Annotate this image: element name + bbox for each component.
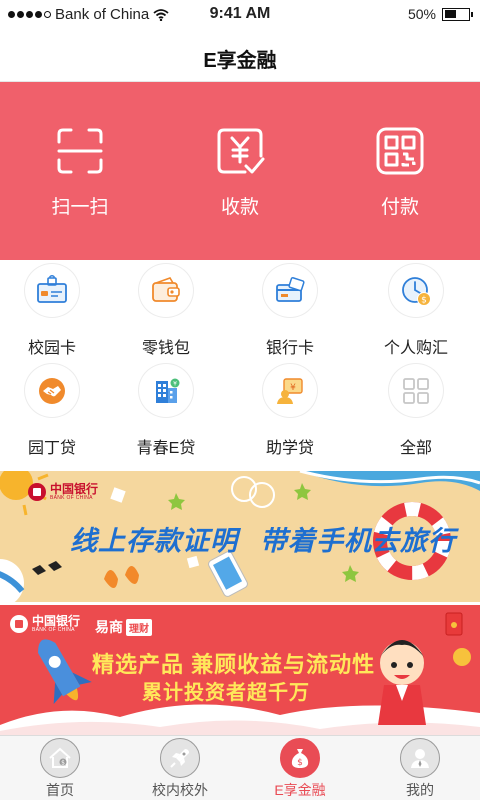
bank-logo-cn: 中国银行 [32, 614, 81, 628]
service-label: 助学贷 [265, 440, 314, 457]
wallet-icon-wrap [138, 263, 194, 318]
service-wallet[interactable]: 零钱包 [104, 260, 228, 358]
svg-text:¥: ¥ [173, 380, 177, 387]
tab-home[interactable]: $ 首页 [0, 736, 120, 800]
banner-headline: 精选产品 兼顾收益与流动性 [92, 652, 376, 677]
bank-of-china-logo-icon [28, 483, 46, 501]
promo-banner-finance[interactable]: 中国银行 BANK OF CHINA 易商 理财 精选产品 兼顾收益与流动性 累… [0, 605, 480, 735]
service-label: 全部 [399, 440, 432, 457]
service-label: 个人购汇 [383, 340, 448, 357]
service-currency-exchange[interactable]: $ 个人购汇 [352, 260, 480, 358]
grid-icon [403, 377, 429, 404]
payment-code-icon [376, 127, 424, 175]
receive-money-icon [217, 128, 265, 174]
banner-subheadline: 累计投资者超千万 [142, 682, 310, 704]
quick-actions-panel: 扫一扫 收款 付款 [0, 82, 480, 260]
partner-tag: 理财 [126, 618, 152, 636]
payment-label: 付款 [380, 197, 419, 218]
home-icon: $ [40, 738, 80, 778]
service-student-loan[interactable]: ¥ 助学贷 [228, 360, 352, 458]
money-bag-icon: $ [280, 738, 320, 778]
money-bag-icon-glyph: $ [291, 749, 309, 768]
bank-of-china-logo-icon [10, 615, 28, 633]
bank-logo-en: BANK OF CHINA [50, 495, 93, 501]
user-icon [400, 738, 440, 778]
status-bar: Bank of China 9:41 AM 50% [0, 0, 480, 32]
battery-percent: 50% [407, 6, 436, 22]
scan-icon [57, 128, 103, 174]
service-label: 园丁贷 [27, 440, 76, 457]
campus-card-icon [37, 274, 67, 303]
scan-button[interactable]: 扫一扫 [0, 82, 160, 260]
svg-text:$: $ [421, 295, 427, 305]
battery-status: 50% [407, 6, 473, 22]
banner-headline-part1: 线上存款证明 [70, 526, 238, 556]
service-all[interactable]: 全部 [352, 360, 480, 458]
campus-card-icon-wrap [24, 263, 80, 318]
receive-money-button[interactable]: 收款 [160, 82, 320, 260]
rocket-icon-glyph [170, 749, 189, 768]
payment-button[interactable]: 付款 [320, 82, 480, 260]
tab-e-finance[interactable]: $ E享金融 [240, 736, 360, 800]
banner-headline-part2: 带着手机去旅行 [260, 526, 456, 556]
service-label: 青春E贷 [136, 440, 196, 457]
tab-campus[interactable]: 校内校外 [120, 736, 240, 800]
wallet-icon [152, 276, 180, 302]
user-icon-glyph [411, 749, 429, 768]
bank-logo-text: 中国银行 BANK OF CHINA [32, 615, 80, 633]
partner-brand: 易商 理财 [95, 617, 152, 637]
bank-card-icon [276, 276, 305, 302]
service-gardener-loan[interactable]: 园丁贷 [0, 360, 104, 458]
battery-level [444, 10, 456, 18]
tab-label: 首页 [46, 782, 74, 798]
tab-mine[interactable]: 我的 [360, 736, 480, 800]
service-campus-card[interactable]: 校园卡 [0, 260, 104, 358]
receive-money-label: 收款 [220, 197, 259, 218]
rocket-icon [160, 738, 200, 778]
tab-label: E享金融 [274, 782, 326, 798]
scan-label: 扫一扫 [51, 197, 109, 218]
currency-exchange-icon: $ [402, 276, 431, 306]
handshake-icon [39, 377, 65, 404]
bank-logo-en: BANK OF CHINA [32, 627, 75, 633]
battery-icon [442, 7, 473, 21]
bottom-tab-bar: $ 首页 校内校外 $ E享金融 我的 [0, 735, 480, 800]
partner-name: 易商 [95, 619, 123, 635]
grid-icon-wrap [388, 363, 444, 418]
svg-text:$: $ [61, 760, 65, 767]
student-loan-icon-wrap: ¥ [262, 363, 318, 418]
banner-headline: 线上存款证明 带着手机去旅行 [70, 519, 456, 558]
service-bank-card[interactable]: 银行卡 [228, 260, 352, 358]
svg-text:¥: ¥ [290, 383, 296, 393]
bank-logo-cn: 中国银行 [50, 482, 99, 496]
services-grid: 校园卡 零钱包 银行卡 $ 个人购汇 园丁贷 ¥ 青春E贷 ¥ 助学贷 全部 [0, 260, 480, 470]
service-label: 银行卡 [265, 340, 314, 357]
tab-label: 我的 [406, 782, 434, 798]
svg-text:$: $ [297, 758, 303, 768]
currency-exchange-icon-wrap: $ [388, 263, 444, 318]
building-icon: ¥ [156, 378, 180, 403]
navigation-bar: E享金融 [0, 32, 480, 82]
handshake-icon-wrap [24, 363, 80, 418]
home-icon-glyph: $ [49, 747, 71, 768]
service-youth-e-loan[interactable]: ¥ 青春E贷 [104, 360, 228, 458]
tab-label: 校内校外 [152, 782, 208, 798]
page-title: E享金融 [203, 50, 277, 72]
student-loan-icon: ¥ [277, 377, 303, 404]
service-label: 校园卡 [27, 340, 76, 357]
service-label: 零钱包 [141, 340, 190, 357]
bank-logo-text: 中国银行 BANK OF CHINA [50, 483, 98, 501]
bank-card-icon-wrap [262, 263, 318, 318]
promo-banner-travel[interactable]: 中国银行 BANK OF CHINA 线上存款证明 带着手机去旅行 [0, 471, 480, 602]
building-icon-wrap: ¥ [138, 363, 194, 418]
bank-logo: 中国银行 BANK OF CHINA [10, 615, 80, 633]
bank-logo: 中国银行 BANK OF CHINA [28, 483, 98, 501]
